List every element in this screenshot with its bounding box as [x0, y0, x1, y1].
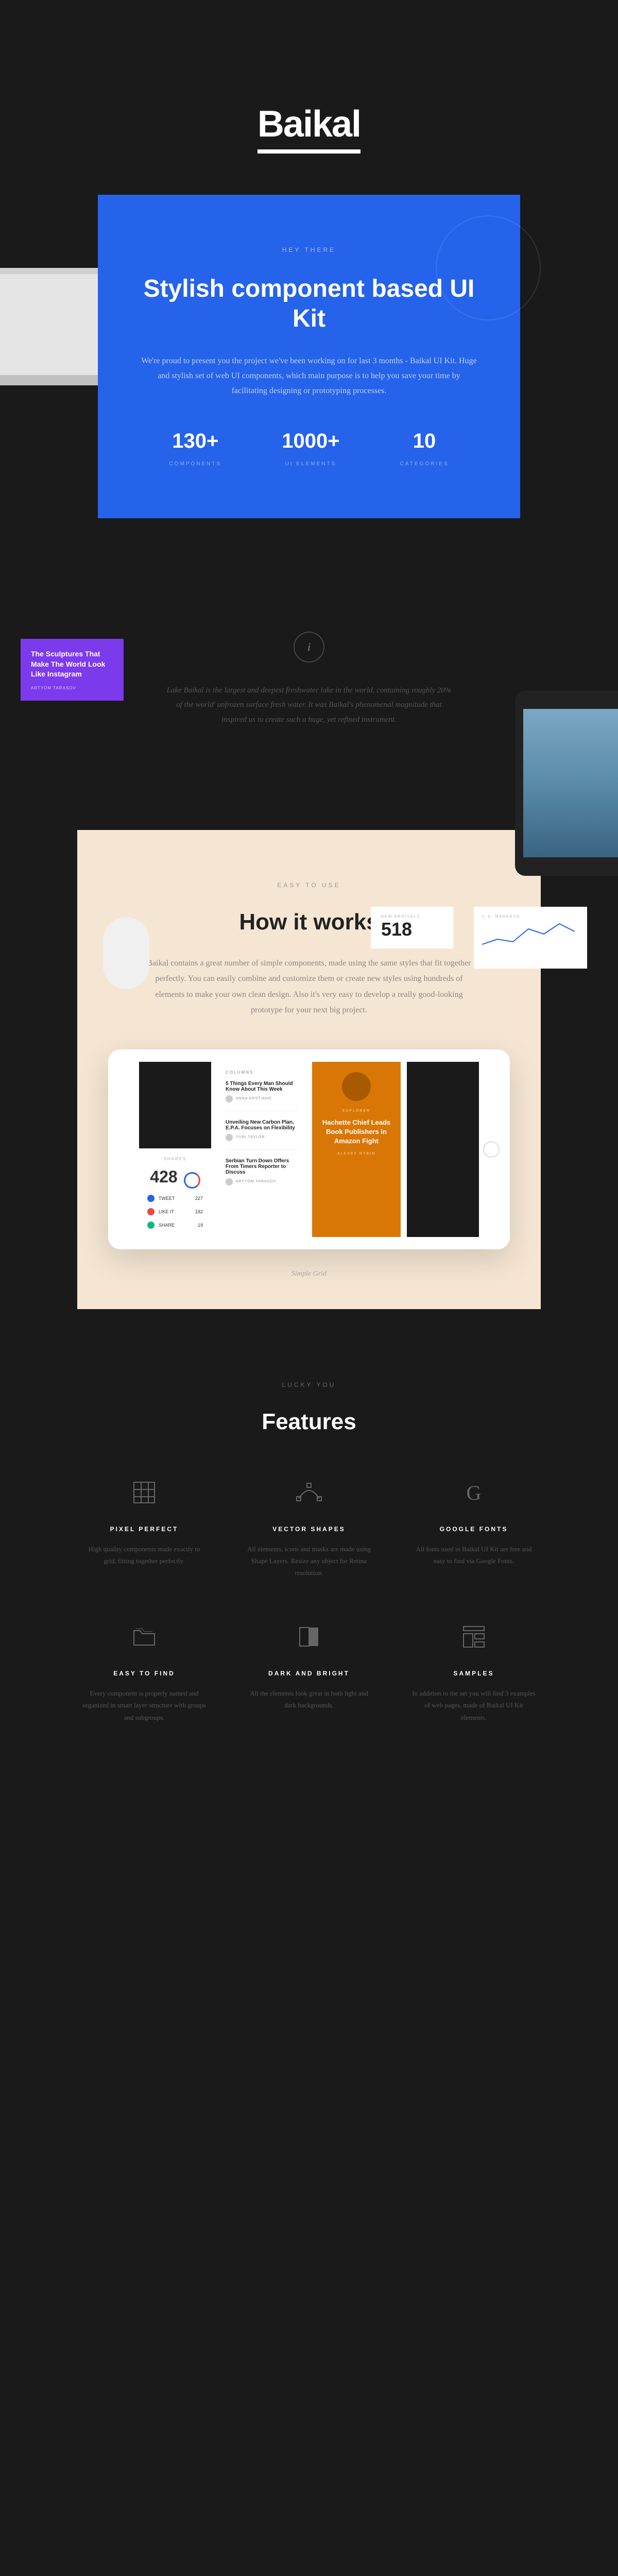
feature-easy-to-find: EASY TO FIND Every component is properly…	[72, 1620, 216, 1723]
info-body: Lake Baikal is the largest and deepest f…	[165, 683, 453, 727]
feature-dark-bright: DARK AND BRIGHT All the elements look gr…	[237, 1620, 381, 1723]
feature-vector-shapes: VECTOR SHAPES All elements, icons and ma…	[237, 1476, 381, 1579]
layout-icon	[457, 1620, 490, 1653]
orange-card: EXPLORER Hachette Chief Leads Book Publi…	[312, 1062, 401, 1237]
contrast-icon	[293, 1620, 325, 1653]
hero-eyebrow: HEY THERE	[139, 246, 479, 253]
features-eyebrow: LUCKY YOU	[21, 1381, 597, 1388]
stats-row: 130+ COMPONENTS 1000+ UI ELEMENTS 10 CAT…	[139, 430, 479, 467]
feature-pixel-perfect: PIXEL PERFECT High quality components ma…	[72, 1476, 216, 1579]
folder-icon	[128, 1620, 161, 1653]
how-it-works-section: EASY TO USE How it works Baikal contains…	[0, 830, 618, 1309]
markets-card: U.S. MARKETS	[474, 907, 587, 969]
svg-text:G: G	[467, 1481, 482, 1504]
features-section: LUCKY YOU Features PIXEL PERFECT High qu…	[0, 1309, 618, 1775]
feature-google-fonts: G GOOGLE FONTS All fonts used in Baikal …	[402, 1476, 546, 1579]
purple-card-deco: The Sculptures That Make The World Look …	[21, 639, 124, 701]
new-arrivals-card: NEW ARRIVALS 518	[371, 907, 453, 948]
how-body: Baikal contains a great number of simple…	[144, 956, 474, 1019]
hero-title: Stylish component based UI Kit	[139, 274, 479, 333]
grid-icon	[128, 1476, 161, 1509]
stat-categories: 10 CATEGORIES	[400, 430, 449, 467]
ipad-caption: Simple Grid	[108, 1270, 510, 1278]
vector-icon	[293, 1476, 325, 1509]
google-icon: G	[457, 1476, 490, 1509]
stat-elements: 1000+ UI ELEMENTS	[282, 430, 339, 467]
dark-column-left: SHARES 428 TWEET227 LIKE IT182 SHARE19	[139, 1062, 211, 1237]
info-icon: i	[294, 632, 324, 663]
columns-list: COLUMNS 5 Things Every Man Should Know A…	[217, 1062, 306, 1237]
features-title: Features	[21, 1409, 597, 1435]
avatar	[342, 1072, 371, 1101]
mouse-deco	[103, 917, 149, 989]
stat-components: 130+ COMPONENTS	[169, 430, 222, 467]
ipad-mockup: SHARES 428 TWEET227 LIKE IT182 SHARE19 C…	[108, 1049, 510, 1249]
how-eyebrow: EASY TO USE	[108, 882, 510, 889]
hero-card: HEY THERE Stylish component based UI Kit…	[98, 195, 520, 518]
logo: Baikal	[258, 103, 360, 154]
shares-ring-icon	[184, 1172, 200, 1189]
dark-column-right	[407, 1062, 479, 1237]
hero-section: Baikal HEY THERE Stylish component based…	[0, 0, 618, 570]
feature-samples: SAMPLES In addition to the set you will …	[402, 1620, 546, 1723]
tablet-mockup	[515, 690, 618, 876]
how-card: EASY TO USE How it works Baikal contains…	[77, 830, 541, 1309]
info-section: i Lake Baikal is the largest and deepest…	[144, 570, 474, 789]
hero-body: We're proud to present you the project w…	[139, 354, 479, 398]
